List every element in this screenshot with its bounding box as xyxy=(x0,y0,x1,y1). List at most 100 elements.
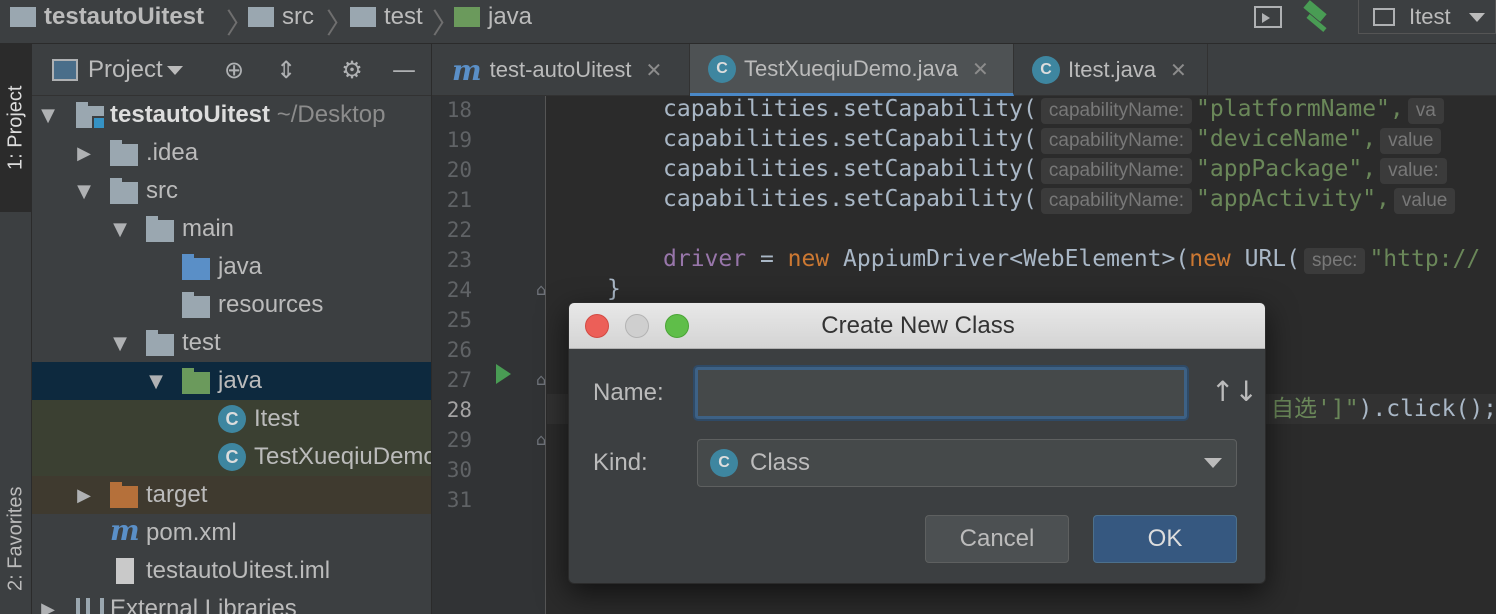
folder-icon xyxy=(146,216,174,242)
close-icon[interactable]: ✕ xyxy=(1170,58,1187,82)
fold-marker-icon[interactable]: ⌂ xyxy=(536,430,546,449)
tree-item-idea[interactable]: ▶ .idea xyxy=(32,134,431,172)
tree-item-target[interactable]: ▶ target xyxy=(32,476,431,514)
folder-icon xyxy=(350,7,376,27)
tool-tab-favorites[interactable]: 2: Favorites xyxy=(0,464,32,614)
breadcrumb-item-java[interactable]: java xyxy=(454,0,532,34)
zoom-window-button[interactable] xyxy=(665,314,689,338)
module-file-icon xyxy=(116,558,134,584)
build-hammer-icon[interactable] xyxy=(1300,0,1336,32)
fold-marker-icon[interactable]: ⌂ xyxy=(536,280,546,299)
tree-item-src[interactable]: ▼ src xyxy=(32,172,431,210)
tree-item-test[interactable]: ▼ test xyxy=(32,324,431,362)
code-line-24: } xyxy=(607,276,621,302)
breadcrumb-item-project[interactable]: testautoUitest xyxy=(10,0,204,34)
gear-icon[interactable]: ⚙ xyxy=(336,54,368,86)
parameter-hint: value xyxy=(1393,188,1456,214)
code-line-28: 自选']").click(); xyxy=(1271,396,1496,422)
project-panel-header: Project ⊕ ⇕ ⚙ — xyxy=(32,44,431,96)
folder-icon xyxy=(146,330,174,356)
tree-item-external-libraries[interactable]: ▶ External Libraries xyxy=(32,590,431,614)
code-line-18: capabilities.setCapability(capabilityNam… xyxy=(663,96,1448,124)
tab-testxueqiudemo[interactable]: C TestXueqiuDemo.java ✕ xyxy=(690,44,1014,96)
hide-panel-icon[interactable]: — xyxy=(388,54,420,86)
line-number: 26 xyxy=(446,338,472,362)
source-folder-icon xyxy=(182,254,210,280)
code-line-20: capabilities.setCapability(capabilityNam… xyxy=(663,154,1451,184)
parameter-hint: capabilityName: xyxy=(1040,98,1193,124)
terminal-icon[interactable] xyxy=(1254,6,1282,28)
close-icon[interactable]: ✕ xyxy=(972,57,989,81)
collapsed-arrow-icon[interactable]: ▶ xyxy=(38,599,58,614)
line-number: 27 xyxy=(446,368,472,392)
expanded-arrow-icon[interactable]: ▼ xyxy=(38,105,58,126)
project-tool-window: Project ⊕ ⇕ ⚙ — ▼ testautoUitest ~/Deskt… xyxy=(32,44,432,614)
cancel-button[interactable]: Cancel xyxy=(925,515,1069,563)
line-number: 31 xyxy=(446,488,472,512)
breadcrumb-item-src[interactable]: src xyxy=(248,0,314,34)
code-line-19: capabilities.setCapability(capabilityNam… xyxy=(663,124,1445,154)
test-source-folder-icon xyxy=(454,7,480,27)
folder-icon xyxy=(110,140,138,166)
fold-marker-icon[interactable]: ⌂ xyxy=(536,370,546,389)
expanded-arrow-icon[interactable]: ▼ xyxy=(110,333,130,354)
project-view-selector[interactable]: Project xyxy=(52,54,183,86)
parameter-hint: value: xyxy=(1380,158,1447,184)
tree-item-itest[interactable]: C Itest xyxy=(32,400,431,438)
tree-item-main-java[interactable]: java xyxy=(32,248,431,286)
minimize-window-button[interactable] xyxy=(625,314,649,338)
line-number: 25 xyxy=(446,308,472,332)
chevron-down-icon xyxy=(166,65,183,75)
navigation-bar: testautoUitest 〉 src 〉 test 〉 java Itest xyxy=(0,0,1496,44)
tab-test-autouitest[interactable]: m test-autoUitest ✕ xyxy=(432,44,690,96)
tree-item-main[interactable]: ▼ main xyxy=(32,210,431,248)
project-view-icon xyxy=(52,59,78,81)
editor-tab-bar: m test-autoUitest ✕ C TestXueqiuDemo.jav… xyxy=(432,44,1496,96)
expanded-arrow-icon[interactable]: ▼ xyxy=(146,371,166,392)
run-configuration-select[interactable]: Itest xyxy=(1358,0,1496,34)
line-number: 20 xyxy=(446,158,472,182)
tab-itest[interactable]: C Itest.java ✕ xyxy=(1014,44,1208,96)
name-label: Name: xyxy=(593,379,664,406)
close-icon[interactable]: ✕ xyxy=(645,58,662,82)
close-window-button[interactable] xyxy=(585,314,609,338)
ok-button[interactable]: OK xyxy=(1093,515,1237,563)
scroll-from-source-icon[interactable]: ⊕ xyxy=(218,54,250,86)
tree-item-test-java[interactable]: ▼ java xyxy=(32,362,431,400)
parameter-hint: capabilityName: xyxy=(1040,128,1193,154)
sort-arrows-icon[interactable]: ↑↓ xyxy=(1211,375,1258,408)
parameter-hint: value xyxy=(1380,128,1442,154)
tree-item-pom[interactable]: m pom.xml xyxy=(32,514,431,552)
tree-item-testxueqiudemo[interactable]: C TestXueqiuDemo xyxy=(32,438,431,476)
resources-folder-icon xyxy=(182,292,210,318)
create-new-class-dialog: Create New Class Name: ↑↓ Kind: C Class … xyxy=(568,302,1266,584)
collapsed-arrow-icon[interactable]: ▶ xyxy=(74,485,94,506)
parameter-hint: va xyxy=(1407,98,1444,124)
java-class-icon: C xyxy=(218,443,246,471)
class-name-input[interactable] xyxy=(695,367,1187,419)
kind-label: Kind: xyxy=(593,449,648,476)
line-number: 28 xyxy=(446,398,472,422)
line-number: 22 xyxy=(446,218,472,242)
expanded-arrow-icon[interactable]: ▼ xyxy=(110,219,130,240)
kind-select[interactable]: C Class xyxy=(697,439,1237,487)
excluded-folder-icon xyxy=(110,482,138,508)
run-test-icon[interactable] xyxy=(496,364,511,384)
chevron-down-icon xyxy=(1469,13,1485,22)
expanded-arrow-icon[interactable]: ▼ xyxy=(74,181,94,202)
collapse-all-icon[interactable]: ⇕ xyxy=(270,54,302,86)
java-class-icon: C xyxy=(710,449,738,477)
chevron-down-icon xyxy=(1204,458,1222,468)
editor-gutter[interactable]: 18 19 20 21 22 23 24 25 26 27 28 29 30 3… xyxy=(432,96,546,614)
tool-window-stripe: 1: Project 2: Favorites xyxy=(0,44,32,614)
tree-item-resources[interactable]: resources xyxy=(32,286,431,324)
line-number: 29 xyxy=(446,428,472,452)
tree-item-iml[interactable]: testautoUitest.iml xyxy=(32,552,431,590)
tree-item-project-root[interactable]: ▼ testautoUitest ~/Desktop xyxy=(32,96,431,134)
tool-tab-project[interactable]: 1: Project xyxy=(0,44,32,212)
dialog-titlebar[interactable]: Create New Class xyxy=(569,303,1265,349)
java-class-icon: C xyxy=(1032,56,1060,84)
collapsed-arrow-icon[interactable]: ▶ xyxy=(74,143,94,164)
java-class-icon: C xyxy=(218,405,246,433)
breadcrumb-item-test[interactable]: test xyxy=(350,0,423,34)
